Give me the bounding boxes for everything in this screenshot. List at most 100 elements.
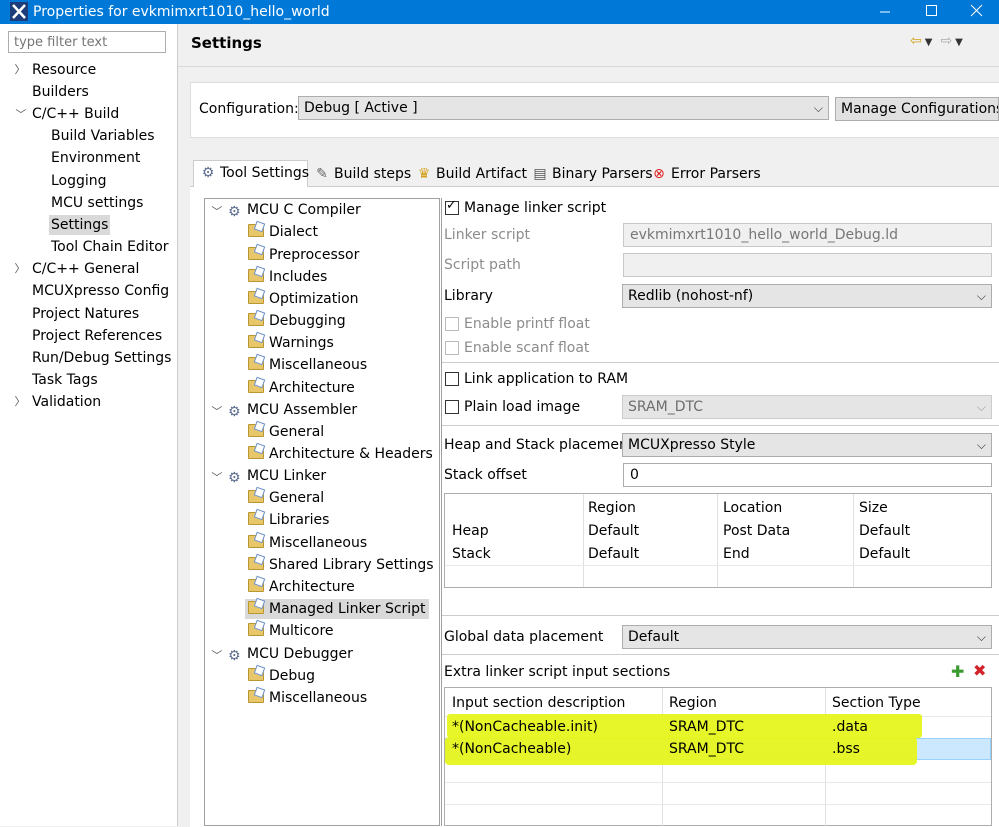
table-cell[interactable]: End: [723, 543, 750, 565]
remove-icon[interactable]: ✖: [973, 663, 986, 679]
tree-item-miscellaneous[interactable]: Miscellaneous: [248, 688, 367, 708]
tree-item-architecture[interactable]: Architecture: [248, 577, 355, 597]
sidebar-item-project-references[interactable]: Project References: [32, 326, 162, 346]
sidebar-item-builders[interactable]: Builders: [32, 82, 89, 102]
plain-load-image-checkbox[interactable]: [445, 400, 459, 414]
table-cell[interactable]: Default: [588, 543, 639, 565]
sidebar-item-mcu-settings[interactable]: MCU settings: [51, 193, 143, 213]
tree-item-general[interactable]: General: [248, 422, 324, 442]
table-cell[interactable]: Default: [859, 543, 910, 565]
section-divider: [442, 425, 999, 426]
column-header-size: Size: [859, 500, 888, 516]
tree-item-general[interactable]: General: [248, 488, 324, 508]
tab-binary-parsers[interactable]: ▤ Binary Parsers: [532, 162, 652, 186]
chevron-right-icon[interactable]: 〉: [14, 392, 26, 412]
row-divider: [445, 782, 991, 783]
tree-item-optimization[interactable]: Optimization: [248, 289, 359, 309]
forward-dropdown-icon[interactable]: ▼: [955, 37, 963, 48]
chevron-down-icon[interactable]: 〉: [206, 405, 226, 417]
sidebar-item-logging[interactable]: Logging: [51, 171, 107, 191]
forward-arrow-icon[interactable]: ⇨: [940, 33, 952, 49]
tree-group-mcu-linker[interactable]: 〉 ⚙ MCU Linker: [210, 466, 326, 486]
tab-build-steps[interactable]: ✎ Build steps: [314, 162, 411, 186]
sidebar-item-run-debug-settings[interactable]: Run/Debug Settings: [32, 348, 171, 368]
manage-configurations-button[interactable]: Manage Configurations...: [835, 97, 999, 121]
extra-sections-label: Extra linker script input sections: [444, 664, 671, 680]
table-cell[interactable]: Default: [859, 520, 910, 542]
sidebar-item-settings[interactable]: Settings: [49, 215, 111, 235]
chevron-down-icon[interactable]: 〉: [206, 649, 226, 661]
table-cell[interactable]: Post Data: [723, 520, 790, 542]
global-data-placement-select[interactable]: Default ⌵: [622, 625, 992, 649]
manage-linker-script-checkbox[interactable]: [445, 198, 459, 215]
settings-page-icon: [248, 557, 264, 570]
table-cell[interactable]: Default: [588, 520, 639, 542]
tree-item-architecture[interactable]: Architecture: [248, 378, 355, 398]
table-cell[interactable]: SRAM_DTC: [669, 716, 744, 738]
tree-group-mcu-assembler[interactable]: 〉 ⚙ MCU Assembler: [210, 400, 357, 420]
tree-item-warnings[interactable]: Warnings: [248, 333, 334, 353]
link-to-ram-checkbox[interactable]: [445, 372, 459, 386]
table-cell[interactable]: *(NonCacheable): [452, 738, 571, 760]
linker-script-field[interactable]: evkmimxrt1010_hello_world_Debug.ld: [623, 223, 992, 247]
table-cell[interactable]: SRAM_DTC: [669, 738, 744, 760]
sidebar-item-tool-chain-editor[interactable]: Tool Chain Editor: [51, 237, 169, 257]
settings-page-icon: [248, 623, 264, 636]
settings-page-icon: [248, 269, 264, 282]
settings-page-icon: [248, 313, 264, 326]
tree-item-architecture-headers[interactable]: Architecture & Headers: [248, 444, 433, 464]
tree-item-libraries[interactable]: Libraries: [248, 510, 329, 530]
enable-scanf-float-checkbox[interactable]: [445, 341, 459, 355]
add-icon[interactable]: ✚: [951, 664, 964, 680]
filter-input[interactable]: [8, 31, 166, 53]
sidebar-item-mcuxpresso-config[interactable]: MCUXpresso Config T: [32, 281, 170, 301]
tab-tool-settings[interactable]: ⚙ Tool Settings: [193, 160, 309, 187]
stack-offset-input[interactable]: 0: [623, 463, 992, 487]
plain-load-image-select[interactable]: SRAM_DTC ⌵: [622, 395, 992, 419]
tab-error-parsers[interactable]: ⊗ Error Parsers: [651, 162, 761, 186]
tree-item-multicore[interactable]: Multicore: [248, 621, 334, 641]
settings-page-icon: [248, 291, 264, 304]
minimize-button[interactable]: [862, 0, 908, 24]
chevron-down-icon[interactable]: 〉: [10, 108, 30, 120]
column-header-region: Region: [588, 500, 636, 516]
tab-build-artifact[interactable]: ♛ Build Artifact: [416, 162, 527, 186]
table-cell[interactable]: .data: [832, 716, 868, 738]
tree-group-mcu-debugger[interactable]: 〉 ⚙ MCU Debugger: [210, 644, 353, 664]
close-button[interactable]: [954, 0, 999, 24]
sidebar-item-task-tags[interactable]: Task Tags: [32, 370, 98, 390]
maximize-button[interactable]: [908, 0, 954, 24]
configuration-select[interactable]: Debug [ Active ] ⌵: [298, 96, 829, 120]
tree-group-mcu-c-compiler[interactable]: 〉 ⚙ MCU C Compiler: [210, 200, 361, 220]
sidebar-item-project-natures[interactable]: Project Natures: [32, 304, 139, 324]
table-cell[interactable]: .bss: [832, 738, 860, 760]
tree-item-managed-linker-script[interactable]: Managed Linker Script: [245, 599, 429, 619]
tool-icon: ⚙: [228, 204, 241, 220]
settings-page-icon: [248, 512, 264, 525]
table-cell[interactable]: *(NonCacheable.init): [452, 716, 598, 738]
back-arrow-icon[interactable]: ⇦: [910, 33, 922, 49]
heap-stack-placement-label: Heap and Stack placement: [444, 437, 634, 453]
app-icon: [10, 2, 28, 21]
tree-item-miscellaneous[interactable]: Miscellaneous: [248, 533, 367, 553]
tree-item-debug[interactable]: Debug: [248, 666, 315, 686]
sidebar-item-environment[interactable]: Environment: [51, 148, 140, 168]
tree-item-shared-library-settings[interactable]: Shared Library Settings: [248, 555, 434, 575]
tree-item-miscellaneous[interactable]: Miscellaneous: [248, 355, 367, 375]
enable-printf-float-checkbox[interactable]: [445, 317, 459, 331]
page-title: Settings: [191, 34, 262, 52]
chevron-down-icon[interactable]: 〉: [206, 471, 226, 483]
chevron-right-icon[interactable]: 〉: [14, 259, 26, 279]
script-path-field[interactable]: [623, 253, 992, 277]
library-select[interactable]: Redlib (nohost-nf) ⌵: [622, 284, 992, 308]
column-divider: [583, 494, 584, 587]
tree-item-debugging[interactable]: Debugging: [248, 311, 346, 331]
heap-stack-placement-select[interactable]: MCUXpresso Style ⌵: [622, 433, 992, 457]
chevron-down-icon[interactable]: 〉: [206, 205, 226, 217]
back-dropdown-icon[interactable]: ▼: [925, 37, 933, 48]
tree-item-preprocessor[interactable]: Preprocessor: [248, 245, 359, 265]
sidebar-item-build-variables[interactable]: Build Variables: [51, 126, 155, 146]
tree-item-dialect[interactable]: Dialect: [248, 222, 318, 242]
chevron-right-icon[interactable]: 〉: [14, 60, 26, 80]
tree-item-includes[interactable]: Includes: [248, 267, 327, 287]
